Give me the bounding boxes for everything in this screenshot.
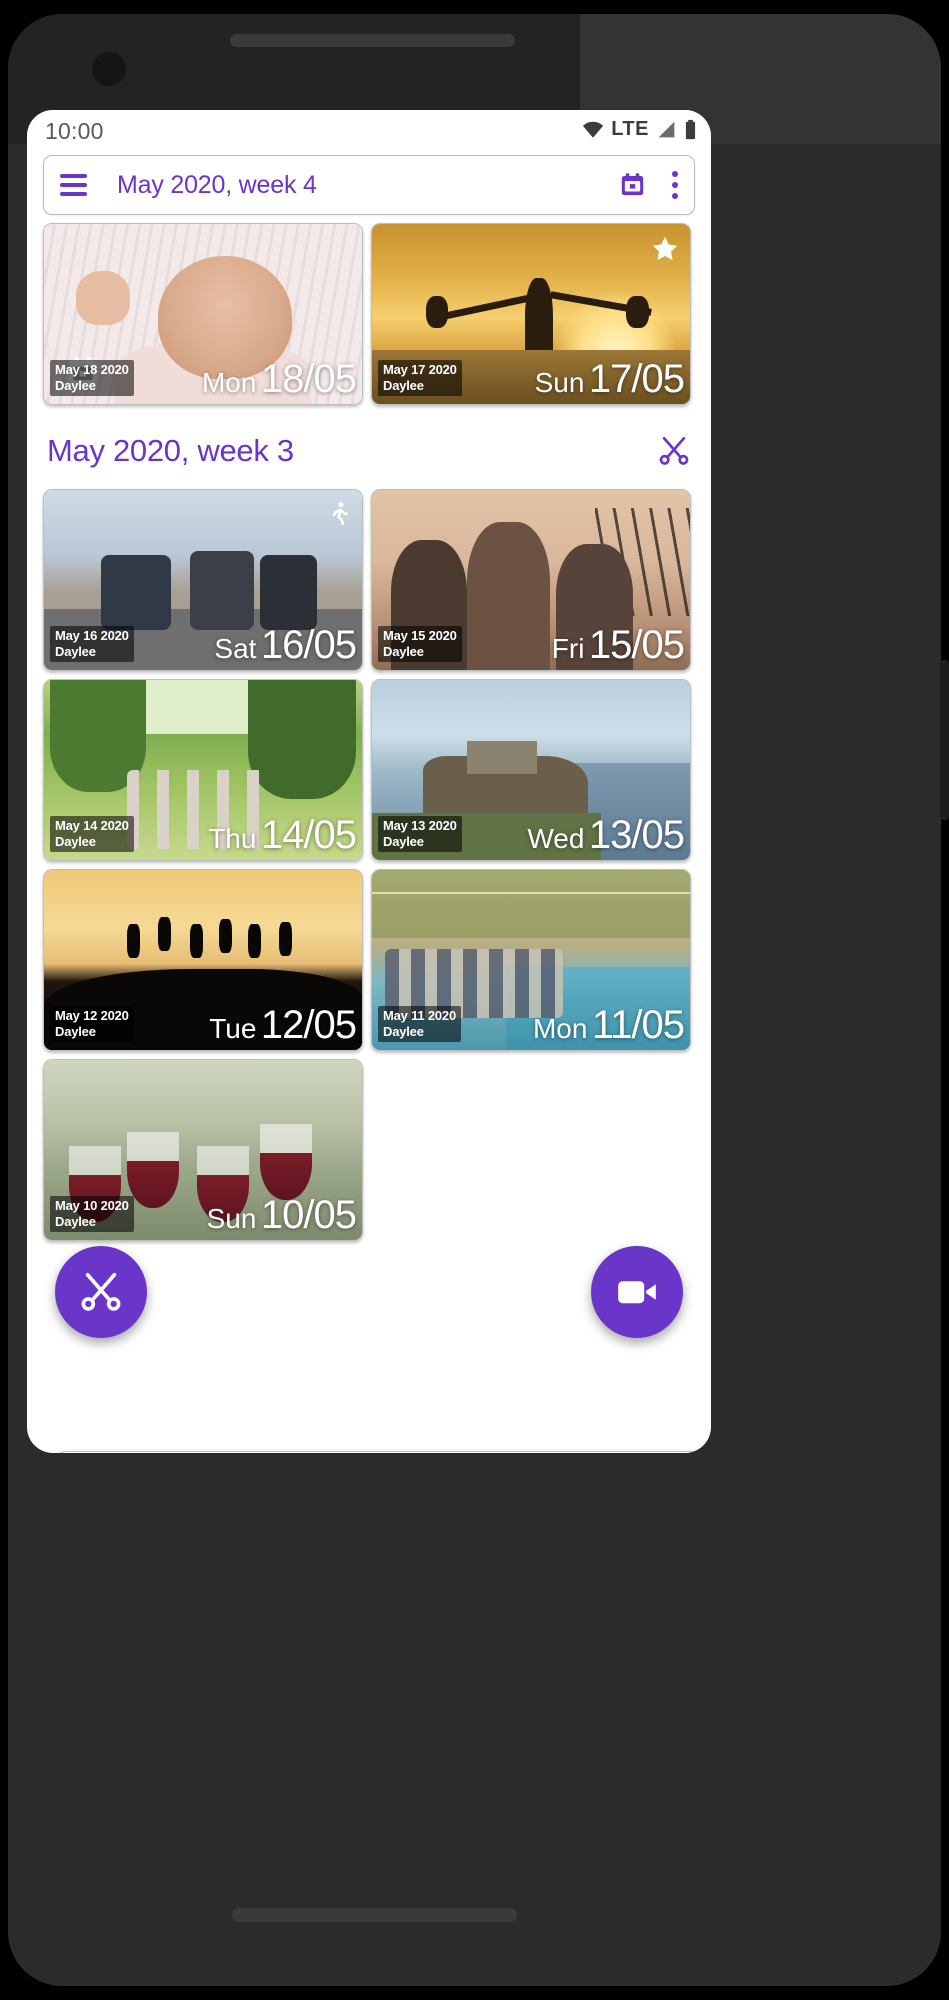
phone-screen: 10:00 LTE May 2020, week 4 May 18 2020 D… bbox=[27, 110, 711, 1453]
clip-weekday: Sun bbox=[206, 1203, 257, 1234]
clip-caption-date: May 15 2020 bbox=[383, 628, 457, 644]
clip-caption-author: Daylee bbox=[55, 644, 96, 660]
clip-card[interactable]: May 16 2020 Daylee Sat 16/05 bbox=[43, 489, 363, 671]
clip-card[interactable]: May 15 2020 Daylee Fri 15/05 bbox=[371, 489, 691, 671]
clip-caption-author: Daylee bbox=[383, 1024, 424, 1040]
clip-date-overlay: Fri 15/05 bbox=[551, 623, 685, 668]
bottom-navigation-bar: Clips Movies bbox=[54, 1451, 711, 1453]
clip-date: 13/05 bbox=[588, 813, 685, 857]
power-button[interactable] bbox=[940, 660, 949, 820]
scissors-icon[interactable] bbox=[657, 434, 691, 468]
hamburger-menu-icon[interactable] bbox=[60, 174, 87, 196]
clip-date-overlay: Sun 17/05 bbox=[534, 357, 685, 402]
battery-icon bbox=[685, 119, 696, 139]
clip-date-overlay: Sun 10/05 bbox=[206, 1193, 357, 1238]
cut-clip-fab[interactable] bbox=[55, 1246, 147, 1338]
clip-caption-date: May 12 2020 bbox=[55, 1008, 129, 1024]
status-bar: 10:00 LTE bbox=[27, 110, 711, 155]
clip-caption-author: Daylee bbox=[383, 644, 424, 660]
kebab-menu-icon[interactable] bbox=[672, 171, 678, 199]
clip-card[interactable]: May 11 2020 Daylee Mon 11/05 bbox=[371, 869, 691, 1051]
clip-caption-author: Daylee bbox=[383, 834, 424, 850]
clip-card[interactable]: May 18 2020 Daylee Mon 18/05 bbox=[43, 223, 363, 405]
clip-caption-author: Daylee bbox=[55, 1214, 96, 1230]
clip-date: 17/05 bbox=[588, 357, 685, 401]
clip-date: 18/05 bbox=[260, 357, 357, 401]
calendar-icon[interactable] bbox=[619, 171, 646, 199]
clip-weekday: Sun bbox=[534, 367, 585, 398]
clip-caption-date: May 16 2020 bbox=[55, 628, 129, 644]
clip-caption-date: May 13 2020 bbox=[383, 818, 457, 834]
clip-date: 10/05 bbox=[260, 1193, 357, 1237]
week-4-card-grid: May 18 2020 Daylee Mon 18/05 May 17 2020… bbox=[43, 223, 695, 405]
clip-card[interactable]: May 17 2020 Daylee Sun 17/05 bbox=[371, 223, 691, 405]
clip-caption: May 13 2020 Daylee bbox=[378, 816, 462, 852]
app-bar-wrapper: May 2020, week 4 bbox=[27, 155, 711, 215]
clip-caption-author: Daylee bbox=[55, 378, 96, 394]
clip-date-overlay: Tue 12/05 bbox=[209, 1003, 357, 1048]
clip-date: 14/05 bbox=[260, 813, 357, 857]
clip-caption: May 10 2020 Daylee bbox=[50, 1196, 134, 1232]
clip-date-overlay: Wed 13/05 bbox=[527, 813, 685, 858]
front-camera bbox=[92, 52, 126, 86]
phone-bottom-bar bbox=[232, 1908, 517, 1922]
clip-caption: May 18 2020 Daylee bbox=[50, 360, 134, 396]
status-time: 10:00 bbox=[45, 118, 104, 144]
wifi-icon bbox=[583, 121, 604, 138]
running-icon bbox=[332, 502, 348, 526]
signal-icon bbox=[658, 121, 675, 138]
clip-card[interactable]: May 14 2020 Daylee Thu 14/05 bbox=[43, 679, 363, 861]
clip-caption: May 11 2020 Daylee bbox=[378, 1006, 461, 1042]
clip-date: 15/05 bbox=[588, 623, 685, 667]
page-title: May 2020, week 4 bbox=[117, 170, 317, 199]
clip-caption: May 17 2020 Daylee bbox=[378, 360, 462, 396]
clip-caption: May 12 2020 Daylee bbox=[50, 1006, 134, 1042]
clip-caption-date: May 11 2020 bbox=[383, 1008, 456, 1024]
clip-caption-date: May 10 2020 bbox=[55, 1198, 129, 1214]
clip-caption-date: May 18 2020 bbox=[55, 362, 129, 378]
clip-caption-author: Daylee bbox=[55, 1024, 96, 1040]
clip-weekday: Fri bbox=[551, 633, 585, 664]
record-video-fab[interactable] bbox=[591, 1246, 683, 1338]
clip-weekday: Wed bbox=[527, 823, 585, 854]
clip-caption-date: May 17 2020 bbox=[383, 362, 457, 378]
status-icon-group: LTE bbox=[582, 118, 697, 141]
clip-date: 16/05 bbox=[260, 623, 357, 667]
clip-caption-author: Daylee bbox=[383, 378, 424, 394]
clip-date-overlay: Mon 18/05 bbox=[201, 357, 357, 402]
clip-card[interactable]: May 12 2020 Daylee Tue 12/05 bbox=[43, 869, 363, 1051]
clip-card[interactable]: May 13 2020 Daylee Wed 13/05 bbox=[371, 679, 691, 861]
clip-caption: May 14 2020 Daylee bbox=[50, 816, 134, 852]
clip-date-overlay: Sat 16/05 bbox=[214, 623, 357, 668]
clip-caption: May 15 2020 Daylee bbox=[378, 626, 462, 662]
week-3-card-grid: May 16 2020 Daylee Sat 16/05 May 15 2020… bbox=[43, 489, 695, 1241]
clips-content: May 18 2020 Daylee Mon 18/05 May 17 2020… bbox=[27, 215, 711, 1241]
clip-caption: May 16 2020 Daylee bbox=[50, 626, 134, 662]
clip-date-overlay: Mon 11/05 bbox=[532, 1003, 685, 1048]
video-camera-icon bbox=[618, 1281, 656, 1304]
network-type-label: LTE bbox=[611, 118, 649, 140]
star-icon bbox=[652, 236, 678, 261]
earpiece-speaker bbox=[230, 34, 515, 47]
clip-weekday: Tue bbox=[209, 1013, 257, 1044]
clip-caption-date: May 14 2020 bbox=[55, 818, 129, 834]
clip-card[interactable]: May 10 2020 Daylee Sun 10/05 bbox=[43, 1059, 363, 1241]
section-header-week-3: May 2020, week 3 bbox=[43, 405, 695, 489]
screenshot-root: 10:00 LTE May 2020, week 4 May 18 2020 D… bbox=[0, 0, 949, 2000]
app-bar: May 2020, week 4 bbox=[43, 155, 695, 215]
clip-weekday: Mon bbox=[532, 1013, 588, 1044]
section-title: May 2020, week 3 bbox=[47, 433, 294, 468]
clip-date: 11/05 bbox=[591, 1003, 685, 1047]
clip-caption-author: Daylee bbox=[55, 834, 96, 850]
clip-weekday: Sat bbox=[214, 633, 257, 664]
clip-date-overlay: Thu 14/05 bbox=[208, 813, 357, 858]
clip-date: 12/05 bbox=[260, 1003, 357, 1047]
clip-weekday: Thu bbox=[208, 823, 257, 854]
scissors-icon bbox=[81, 1272, 121, 1311]
clip-weekday: Mon bbox=[201, 367, 257, 398]
